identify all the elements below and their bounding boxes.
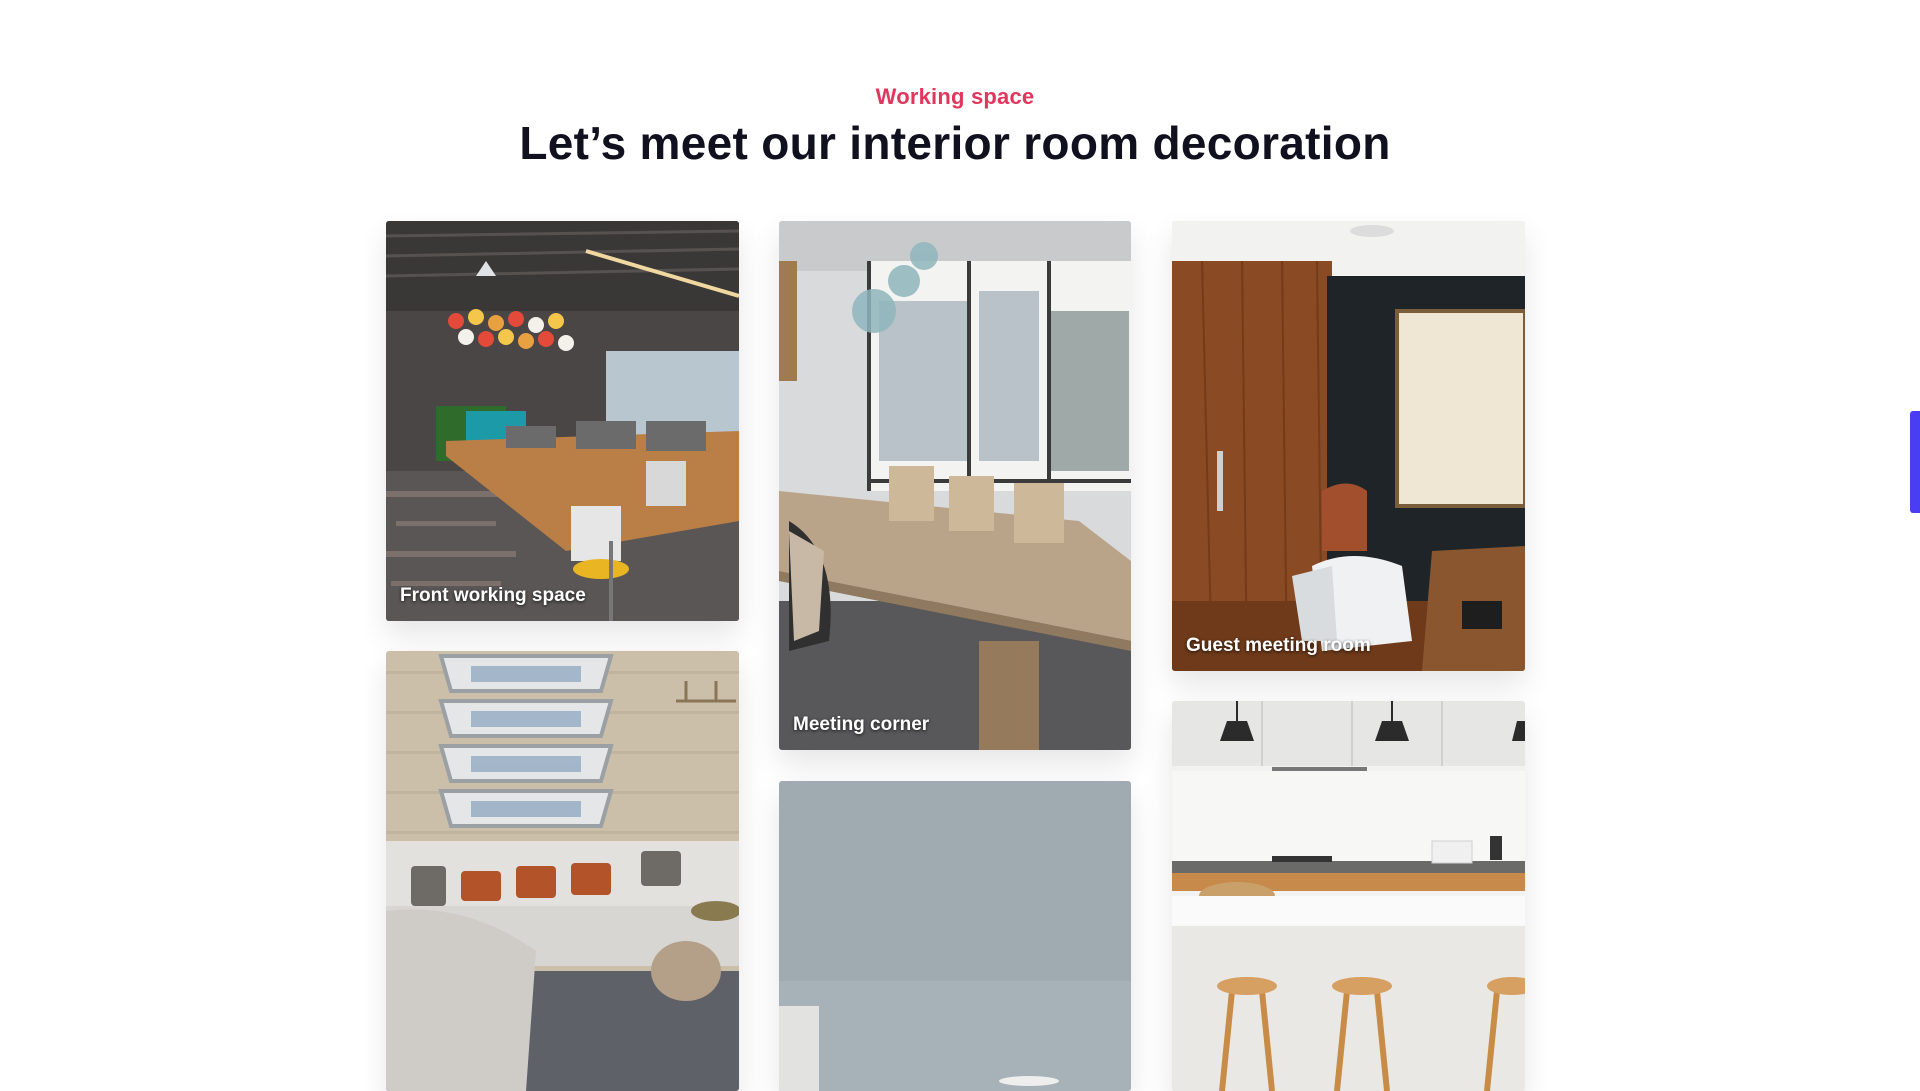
- gallery-card-kitchen[interactable]: [1172, 701, 1525, 1091]
- guest-room-photo: [1172, 221, 1525, 671]
- card-caption: Guest meeting room: [1186, 635, 1371, 656]
- kitchen-photo: [1172, 701, 1525, 1091]
- grey-wall-photo: [779, 781, 1131, 1091]
- card-caption: Meeting corner: [793, 714, 930, 735]
- gallery-card-guest-meeting-room[interactable]: Guest meeting room: [1172, 221, 1525, 671]
- side-scroll-tab[interactable]: [1910, 411, 1920, 513]
- section-eyebrow: Working space: [875, 84, 1035, 109]
- section-title: Let’s meet our interior room decoration: [519, 117, 1391, 169]
- gallery-card-living-room[interactable]: [386, 651, 739, 1091]
- living-room-photo: [386, 651, 739, 1091]
- meeting-room-photo: [779, 221, 1131, 750]
- card-caption: Front working space: [400, 585, 586, 606]
- gallery-card-meeting-corner[interactable]: Meeting corner: [779, 221, 1131, 750]
- open-office-photo: [386, 221, 739, 621]
- gallery-card-grey-wall[interactable]: [779, 781, 1131, 1091]
- gallery-card-front-working-space[interactable]: Front working space: [386, 221, 739, 621]
